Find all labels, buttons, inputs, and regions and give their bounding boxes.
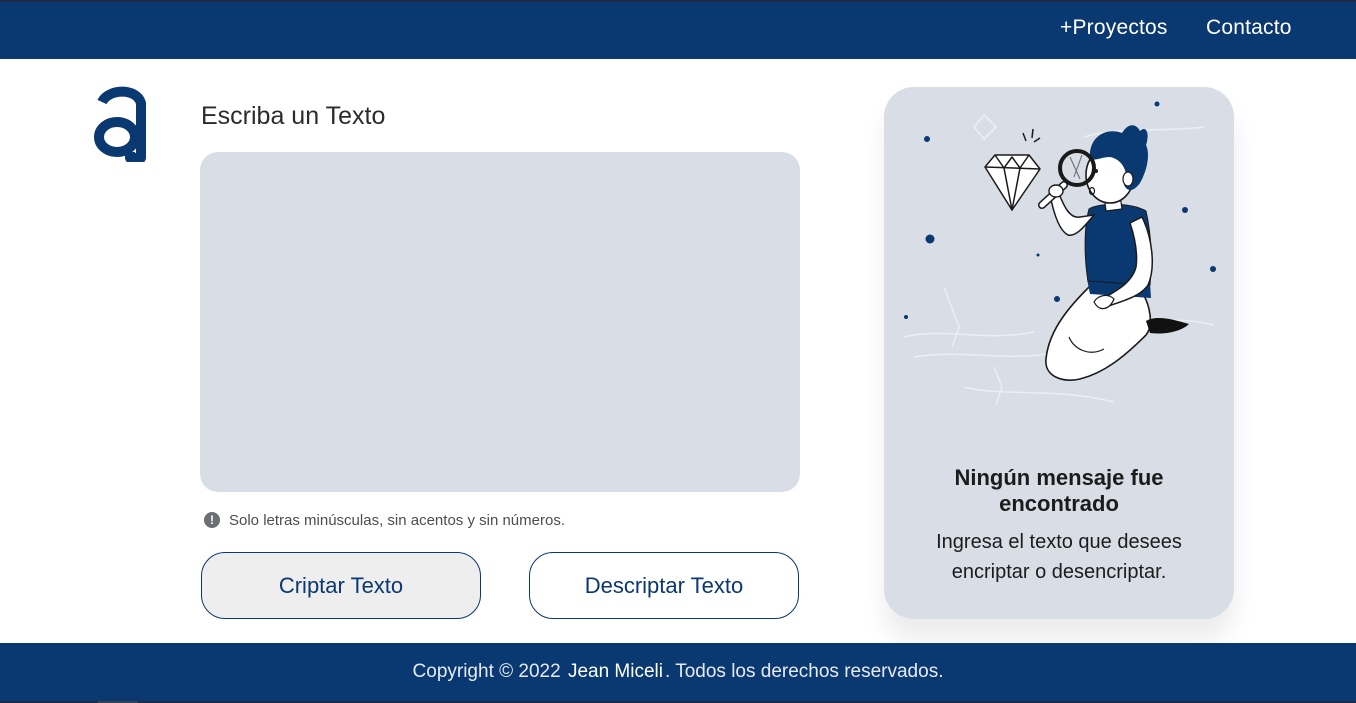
- alura-logo-icon[interactable]: [92, 86, 148, 163]
- result-subtitle: Ingresa el texto que desees encriptar o …: [936, 531, 1182, 583]
- person-with-magnifier-illustration: [903, 101, 1216, 406]
- result-title: Ningún mensaje fue encontrado: [954, 465, 1164, 516]
- top-navbar: +Proyectos Contacto: [0, 0, 1356, 59]
- nav-link-projects[interactable]: +Proyectos: [1060, 16, 1168, 40]
- result-panel: Ningún mensaje fue encontrado Ingresa el…: [884, 87, 1234, 619]
- input-section-title: Escriba un Texto: [201, 102, 386, 130]
- input-hint: ! Solo letras minúsculas, sin acentos y …: [204, 511, 565, 529]
- exclamation-circle-icon: !: [204, 512, 220, 528]
- footer-author-name: Jean Miceli: [567, 661, 663, 682]
- footer: Copyright © 2022 Jean Miceli . Todos los…: [0, 643, 1356, 703]
- footer-copyright-suffix: . Todos los derechos reservados.: [665, 661, 944, 682]
- text-input-area[interactable]: [200, 152, 800, 492]
- nav-link-contact[interactable]: Contacto: [1206, 16, 1292, 40]
- input-hint-text: Solo letras minúsculas, sin acentos y si…: [229, 511, 565, 529]
- encrypt-button[interactable]: Criptar Texto: [201, 552, 481, 619]
- decrypt-button[interactable]: Descriptar Texto: [529, 552, 799, 619]
- footer-copyright-prefix: Copyright © 2022: [412, 661, 566, 682]
